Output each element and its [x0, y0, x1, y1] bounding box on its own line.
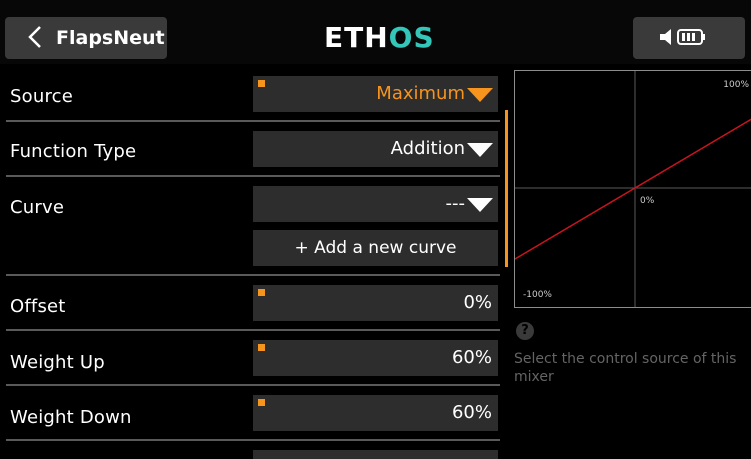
ethos-logo: ETHOS: [324, 21, 435, 54]
battery-icon: [677, 29, 705, 45]
dropdown-arrow-icon: [467, 143, 493, 157]
function-type-select[interactable]: Addition: [253, 131, 498, 167]
graph-center-label: 0%: [640, 196, 655, 206]
graph-bottom-label: -100%: [523, 290, 552, 300]
offset-label: Offset: [10, 296, 66, 317]
offset-value: 0%: [463, 292, 492, 313]
source-label: Source: [10, 86, 74, 107]
divider: [6, 329, 500, 331]
dropdown-arrow-icon: [467, 88, 493, 102]
weight-down-value: 60%: [451, 402, 492, 423]
weight-up-label: Weight Up: [10, 352, 105, 373]
weight-up-value: 60%: [451, 347, 492, 368]
curve-value: ---: [445, 193, 466, 214]
weight-down-field[interactable]: 60%: [253, 395, 498, 431]
offset-field[interactable]: 0%: [253, 285, 498, 321]
next-row-field[interactable]: [253, 450, 498, 459]
input-indicator: [258, 289, 265, 296]
divider: [6, 175, 500, 177]
graph-top-label: 100%: [723, 80, 749, 90]
divider: [6, 384, 500, 386]
help-text: Select the control source of this mixer: [514, 351, 737, 385]
divider: [6, 274, 500, 276]
add-curve-label: + Add a new curve: [294, 238, 457, 258]
header-bar: FlapsNeut ETHOS: [0, 0, 751, 64]
speaker-icon: [660, 29, 671, 45]
source-select[interactable]: Maximum: [253, 76, 498, 112]
function-type-label: Function Type: [10, 141, 137, 162]
divider: [6, 439, 500, 441]
add-curve-button[interactable]: + Add a new curve: [253, 230, 498, 266]
curve-plot: 100% 0% -100%: [515, 71, 751, 307]
back-chevron-icon: [28, 26, 41, 48]
scrollbar[interactable]: [505, 110, 508, 267]
weight-up-field[interactable]: 60%: [253, 340, 498, 376]
input-indicator: [258, 399, 265, 406]
input-indicator: [258, 344, 265, 351]
divider: [6, 120, 500, 122]
source-value: Maximum: [376, 83, 465, 104]
dropdown-arrow-icon: [467, 198, 493, 212]
function-type-value: Addition: [390, 138, 465, 159]
question-icon: ?: [516, 322, 534, 340]
svg-text:ETHOS: ETHOS: [324, 21, 435, 54]
page-title: FlapsNeut: [56, 27, 165, 49]
weight-down-label: Weight Down: [10, 407, 132, 428]
curve-label: Curve: [10, 197, 65, 218]
mixer-curve-graph: 100% 0% -100%: [514, 70, 751, 308]
input-indicator: [258, 80, 265, 87]
curve-select[interactable]: ---: [253, 186, 498, 222]
